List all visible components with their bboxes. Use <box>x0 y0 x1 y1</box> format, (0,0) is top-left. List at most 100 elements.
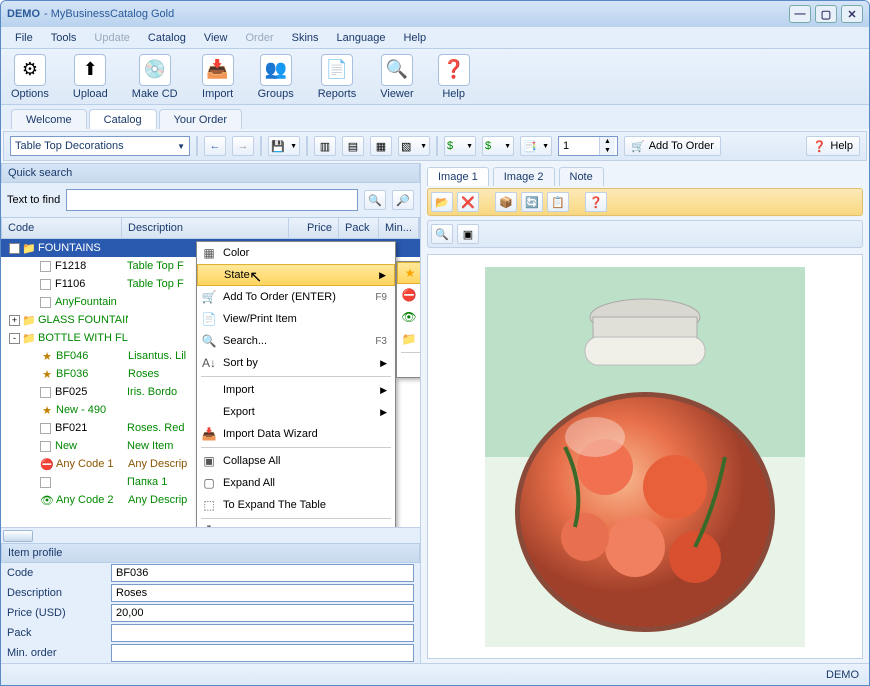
menu-order: Order <box>237 30 281 46</box>
img-del-icon[interactable]: ❌ <box>457 192 479 212</box>
product-image <box>485 267 805 647</box>
checkbox[interactable] <box>40 297 51 308</box>
img-zoom-icon[interactable]: 🔍 <box>431 224 453 244</box>
tab-catalog[interactable]: Catalog <box>89 109 157 129</box>
title-app: - MyBusinessCatalog Gold <box>44 8 174 20</box>
menu-item-not-available[interactable]: ⛔Not available <box>397 284 420 306</box>
img-open-icon[interactable]: 📂 <box>431 192 453 212</box>
h-scrollbar[interactable] <box>1 527 420 543</box>
category-value: Table Top Decorations <box>15 140 124 152</box>
toolbar-groups[interactable]: 👥Groups <box>258 54 294 100</box>
profile-description-input[interactable] <box>111 584 414 602</box>
grid-btn-3[interactable]: ▦ <box>370 136 392 156</box>
tab-welcome[interactable]: Welcome <box>11 109 87 129</box>
category-dropdown[interactable]: Table Top Decorations▼ <box>10 136 190 156</box>
status-text: DEMO <box>826 669 859 681</box>
nav-fwd-button[interactable]: → <box>232 136 254 156</box>
save-button[interactable]: 💾▼ <box>268 136 300 156</box>
grid-btn-1[interactable]: ▥ <box>314 136 336 156</box>
image-tab-1[interactable]: Image 2 <box>493 167 555 186</box>
profile-label: Price (USD) <box>1 607 111 619</box>
qty-input[interactable] <box>559 140 599 152</box>
toolbar-makecd[interactable]: 💿Make CD <box>132 54 178 100</box>
expand-icon[interactable]: - <box>9 333 20 344</box>
menu-item-color[interactable]: ▦Color <box>197 242 395 264</box>
menu-item-import[interactable]: Import▶ <box>197 379 395 401</box>
add-to-order-button[interactable]: 🛒 Add To Order <box>624 136 721 156</box>
profile-minorder-input[interactable] <box>111 644 414 662</box>
menu-view[interactable]: View <box>196 30 236 46</box>
profile-header: Item profile <box>1 543 420 563</box>
state-icon: ⛔ <box>40 457 54 471</box>
menu-item-export[interactable]: Export▶ <box>197 401 395 423</box>
grid-btn-4[interactable]: ▧▼ <box>398 136 430 156</box>
menu-item--none-[interactable]: (none) <box>397 355 420 377</box>
toolbar-upload[interactable]: ⬆Upload <box>73 54 108 100</box>
checkbox[interactable] <box>40 441 51 452</box>
toolbar-reports[interactable]: 📄Reports <box>318 54 357 100</box>
search-btn-2[interactable]: 🔎 <box>392 190 414 210</box>
menu-file[interactable]: File <box>7 30 41 46</box>
profile-pack-input[interactable] <box>111 624 414 642</box>
toolbar-import[interactable]: 📥Import <box>202 54 234 100</box>
menu-skins[interactable]: Skins <box>284 30 327 46</box>
image-tab-0[interactable]: Image 1 <box>427 167 489 186</box>
img-box-icon[interactable]: 📦 <box>495 192 517 212</box>
spin-up[interactable]: ▲ <box>599 137 615 146</box>
toolbar-viewer[interactable]: 🔍Viewer <box>380 54 413 100</box>
menu-item-folder[interactable]: 📁Folder <box>397 328 420 350</box>
menu-update: Update <box>86 30 137 46</box>
menu-help[interactable]: Help <box>395 30 434 46</box>
menu-item-to-expand-the-table[interactable]: ⬚To Expand The Table <box>197 494 395 516</box>
img-refresh-icon[interactable]: 🔄 <box>521 192 543 212</box>
menu-catalog[interactable]: Catalog <box>140 30 194 46</box>
search-label: Text to find <box>7 194 60 206</box>
menu-item-search---[interactable]: 🔍Search...F3 <box>197 330 395 352</box>
menu-item-collapse-all[interactable]: ▣Collapse All <box>197 450 395 472</box>
img-help-icon[interactable]: ❓ <box>585 192 607 212</box>
money-btn-2[interactable]: $▼ <box>482 136 514 156</box>
help-button[interactable]: ❓ Help <box>806 136 860 156</box>
nav-back-button[interactable]: ← <box>204 136 226 156</box>
minimize-button[interactable]: — <box>789 5 811 23</box>
img-copy-icon[interactable]: 📋 <box>547 192 569 212</box>
item-profile: CodeDescriptionPrice (USD)PackMin. order <box>1 563 420 663</box>
menu-item-sort-by[interactable]: A↓Sort by▶ <box>197 352 395 374</box>
expand-icon[interactable]: - <box>9 243 20 254</box>
img-fit-icon[interactable]: ▣ <box>457 224 479 244</box>
checkbox[interactable] <box>40 387 51 398</box>
search-btn-1[interactable]: 🔍 <box>364 190 386 210</box>
close-button[interactable]: ✕ <box>841 5 863 23</box>
menu-item-new[interactable]: ★New <box>397 262 420 284</box>
doc-btn[interactable]: 📑▼ <box>520 136 552 156</box>
menu-language[interactable]: Language <box>329 30 394 46</box>
menu-item-hide[interactable]: 👁Hide <box>397 306 420 328</box>
item-tree[interactable]: -📁FOUNTAINSF1218Table Top FF1106Table To… <box>1 239 420 527</box>
spin-down[interactable]: ▼ <box>599 146 615 155</box>
image-tab-2[interactable]: Note <box>559 167 604 186</box>
grid-btn-2[interactable]: ▤ <box>342 136 364 156</box>
menu-item-insert-new-item[interactable]: ➕Insert New Item▶ <box>197 521 395 527</box>
profile-priceusd-input[interactable] <box>111 604 414 622</box>
qty-spinner[interactable]: ▲▼ <box>558 136 618 156</box>
checkbox[interactable] <box>40 279 51 290</box>
menu-item-add-to-order--enter-[interactable]: 🛒Add To Order (ENTER)F9 <box>197 286 395 308</box>
search-input[interactable] <box>66 189 358 211</box>
checkbox[interactable] <box>40 261 51 272</box>
checkbox[interactable] <box>40 423 51 434</box>
maximize-button[interactable]: ▢ <box>815 5 837 23</box>
money-btn-1[interactable]: $▼ <box>444 136 476 156</box>
tabstrip: WelcomeCatalogYour Order <box>1 105 869 129</box>
menu-item-expand-all[interactable]: ▢Expand All <box>197 472 395 494</box>
toolbar-help[interactable]: ❓Help <box>438 54 470 100</box>
toolbar-options[interactable]: ⚙Options <box>11 54 49 100</box>
menu-item-state[interactable]: State▶ <box>197 264 395 286</box>
expand-icon[interactable]: + <box>9 315 20 326</box>
controls-bar: Table Top Decorations▼ ← → 💾▼ ▥ ▤ ▦ ▧▼ $… <box>3 131 867 161</box>
menu-item-view-print-item[interactable]: 📄View/Print Item <box>197 308 395 330</box>
profile-code-input[interactable] <box>111 564 414 582</box>
checkbox[interactable] <box>40 477 51 488</box>
menu-tools[interactable]: Tools <box>43 30 85 46</box>
menu-item-import-data-wizard[interactable]: 📥Import Data Wizard <box>197 423 395 445</box>
tab-your-order[interactable]: Your Order <box>159 109 242 129</box>
